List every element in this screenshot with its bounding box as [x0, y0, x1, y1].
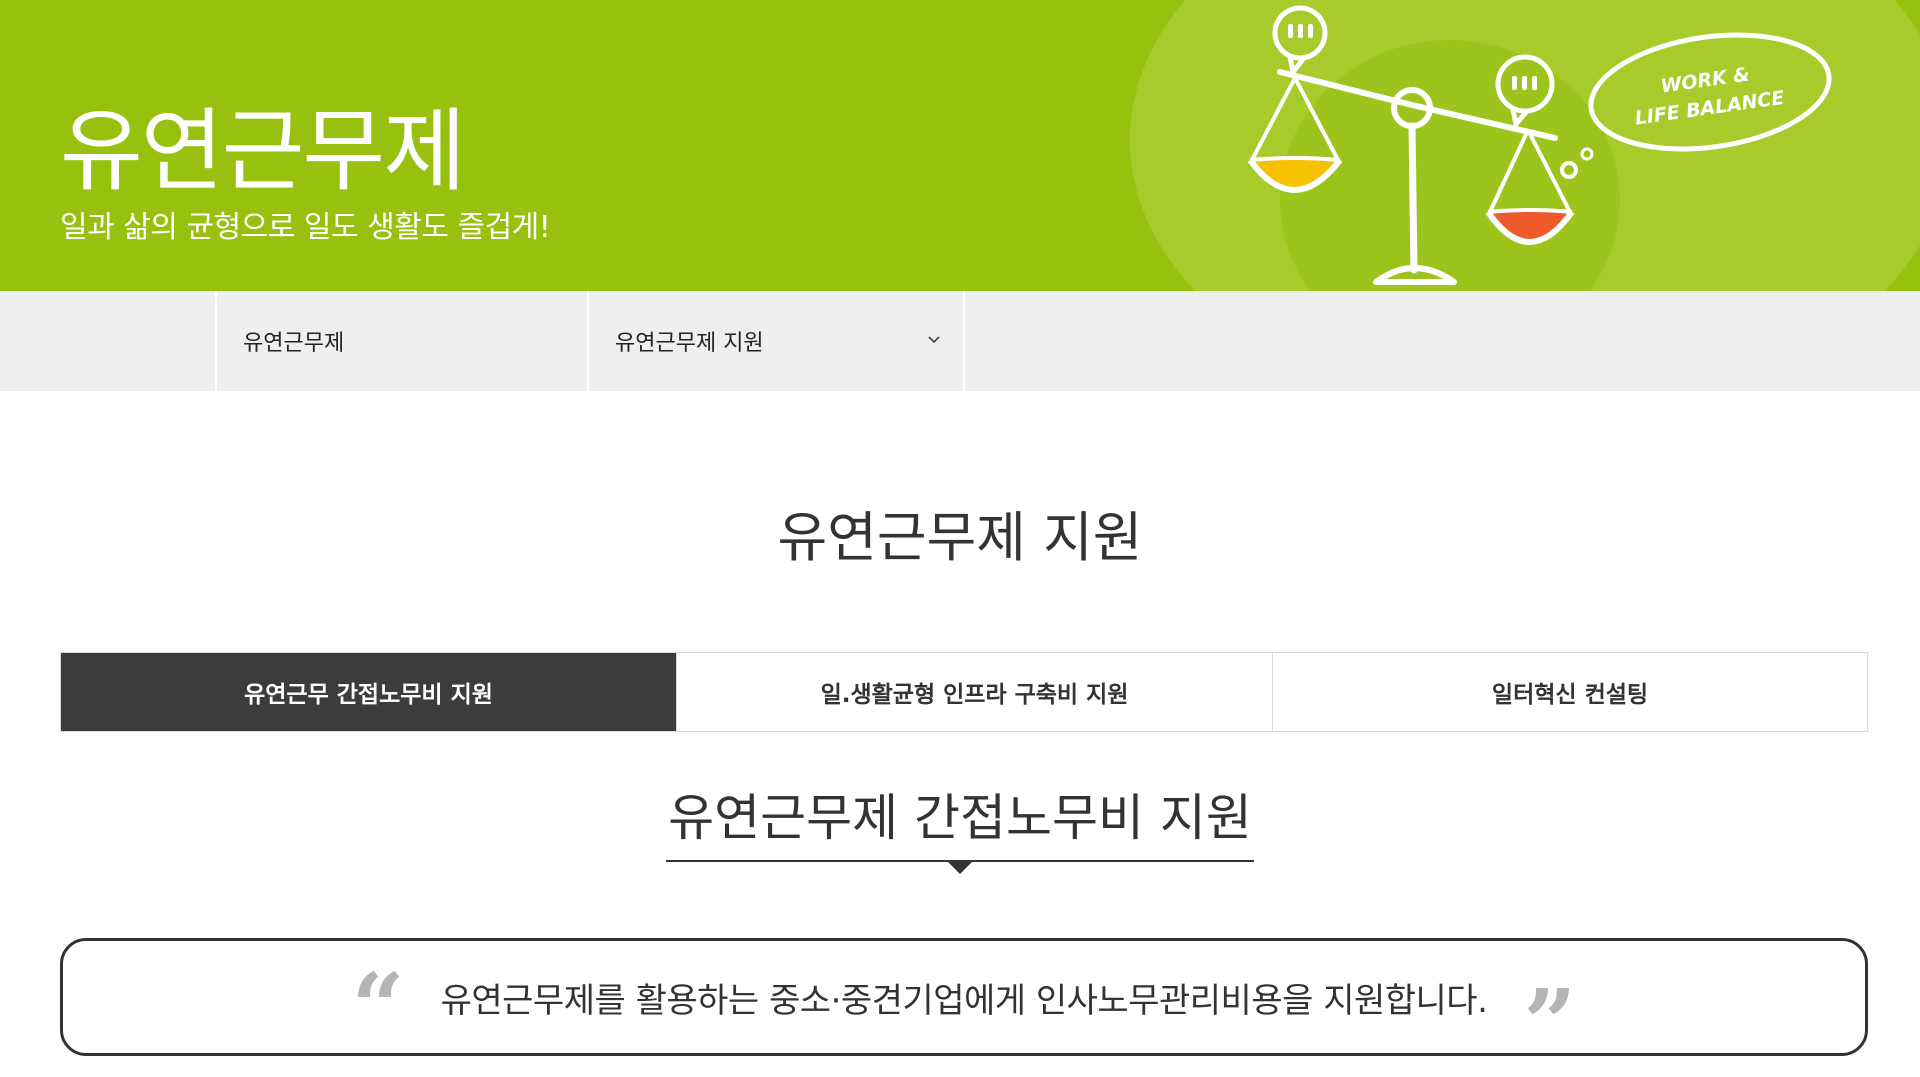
- tab-work-life-infrastructure[interactable]: 일.생활균형 인프라 구축비 지원: [676, 653, 1272, 731]
- subnav-menu-1-label: 유연근무제: [243, 331, 345, 356]
- section-title: 유연근무제 간접노무비 지원: [666, 778, 1254, 874]
- subnav-menu-2-dropdown[interactable]: 유연근무제 지원: [589, 291, 963, 391]
- right-speech-bubble-icon: [1495, 54, 1555, 130]
- tab-label: 일터혁신 컨설팅: [1491, 682, 1649, 708]
- summary-quote-text: 유연근무제를 활용하는 중소·중견기업에게 인사노무관리비용을 지원합니다.: [440, 980, 1488, 1021]
- tab-bar: 유연근무 간접노무비 지원 일.생활균형 인프라 구축비 지원 일터혁신 컨설팅: [60, 652, 1868, 732]
- balance-scale-illustration: WORK & LIFE BALANCE: [1247, 5, 1832, 285]
- badge-line2: LIFE BALANCE: [1633, 87, 1785, 130]
- tab-indirect-labor-cost[interactable]: 유연근무 간접노무비 지원: [61, 653, 676, 731]
- open-quote-icon: “: [351, 953, 405, 1061]
- close-quote-icon: ”: [1523, 969, 1577, 1077]
- subnav-menu-1[interactable]: 유연근무제: [217, 291, 587, 391]
- summary-quote-box: “ 유연근무제를 활용하는 중소·중견기업에게 인사노무관리비용을 지원합니다.…: [60, 938, 1868, 1069]
- page-title: 유연근무제 지원: [777, 506, 1143, 569]
- section-title-pointer: [947, 862, 972, 874]
- subnav-menu-2-label: 유연근무제 지원: [615, 331, 764, 356]
- section-heading: 유연근무제 간접노무비 지원: [0, 778, 1920, 874]
- subnav-divider: [963, 291, 965, 391]
- section-title-text: 유연근무제 간접노무비 지원: [668, 789, 1252, 847]
- hero-title: 유연근무제: [60, 99, 466, 204]
- hero-banner: 유연근무제 일과 삶의 균형으로 일도 생활도 즐겁게! WORK & LIFE…: [0, 0, 1920, 291]
- left-speech-bubble-icon: [1272, 5, 1328, 78]
- tab-workplace-innovation-consulting[interactable]: 일터혁신 컨설팅: [1272, 653, 1867, 731]
- chevron-down-icon: [928, 336, 940, 344]
- hero-subtitle: 일과 삶의 균형으로 일도 생활도 즐겁게!: [60, 210, 551, 245]
- sub-navigation: 유연근무제 유연근무제 지원: [0, 291, 1920, 391]
- tab-label: 유연근무 간접노무비 지원: [244, 682, 493, 708]
- tab-label: 일.생활균형 인프라 구축비 지원: [820, 682, 1129, 708]
